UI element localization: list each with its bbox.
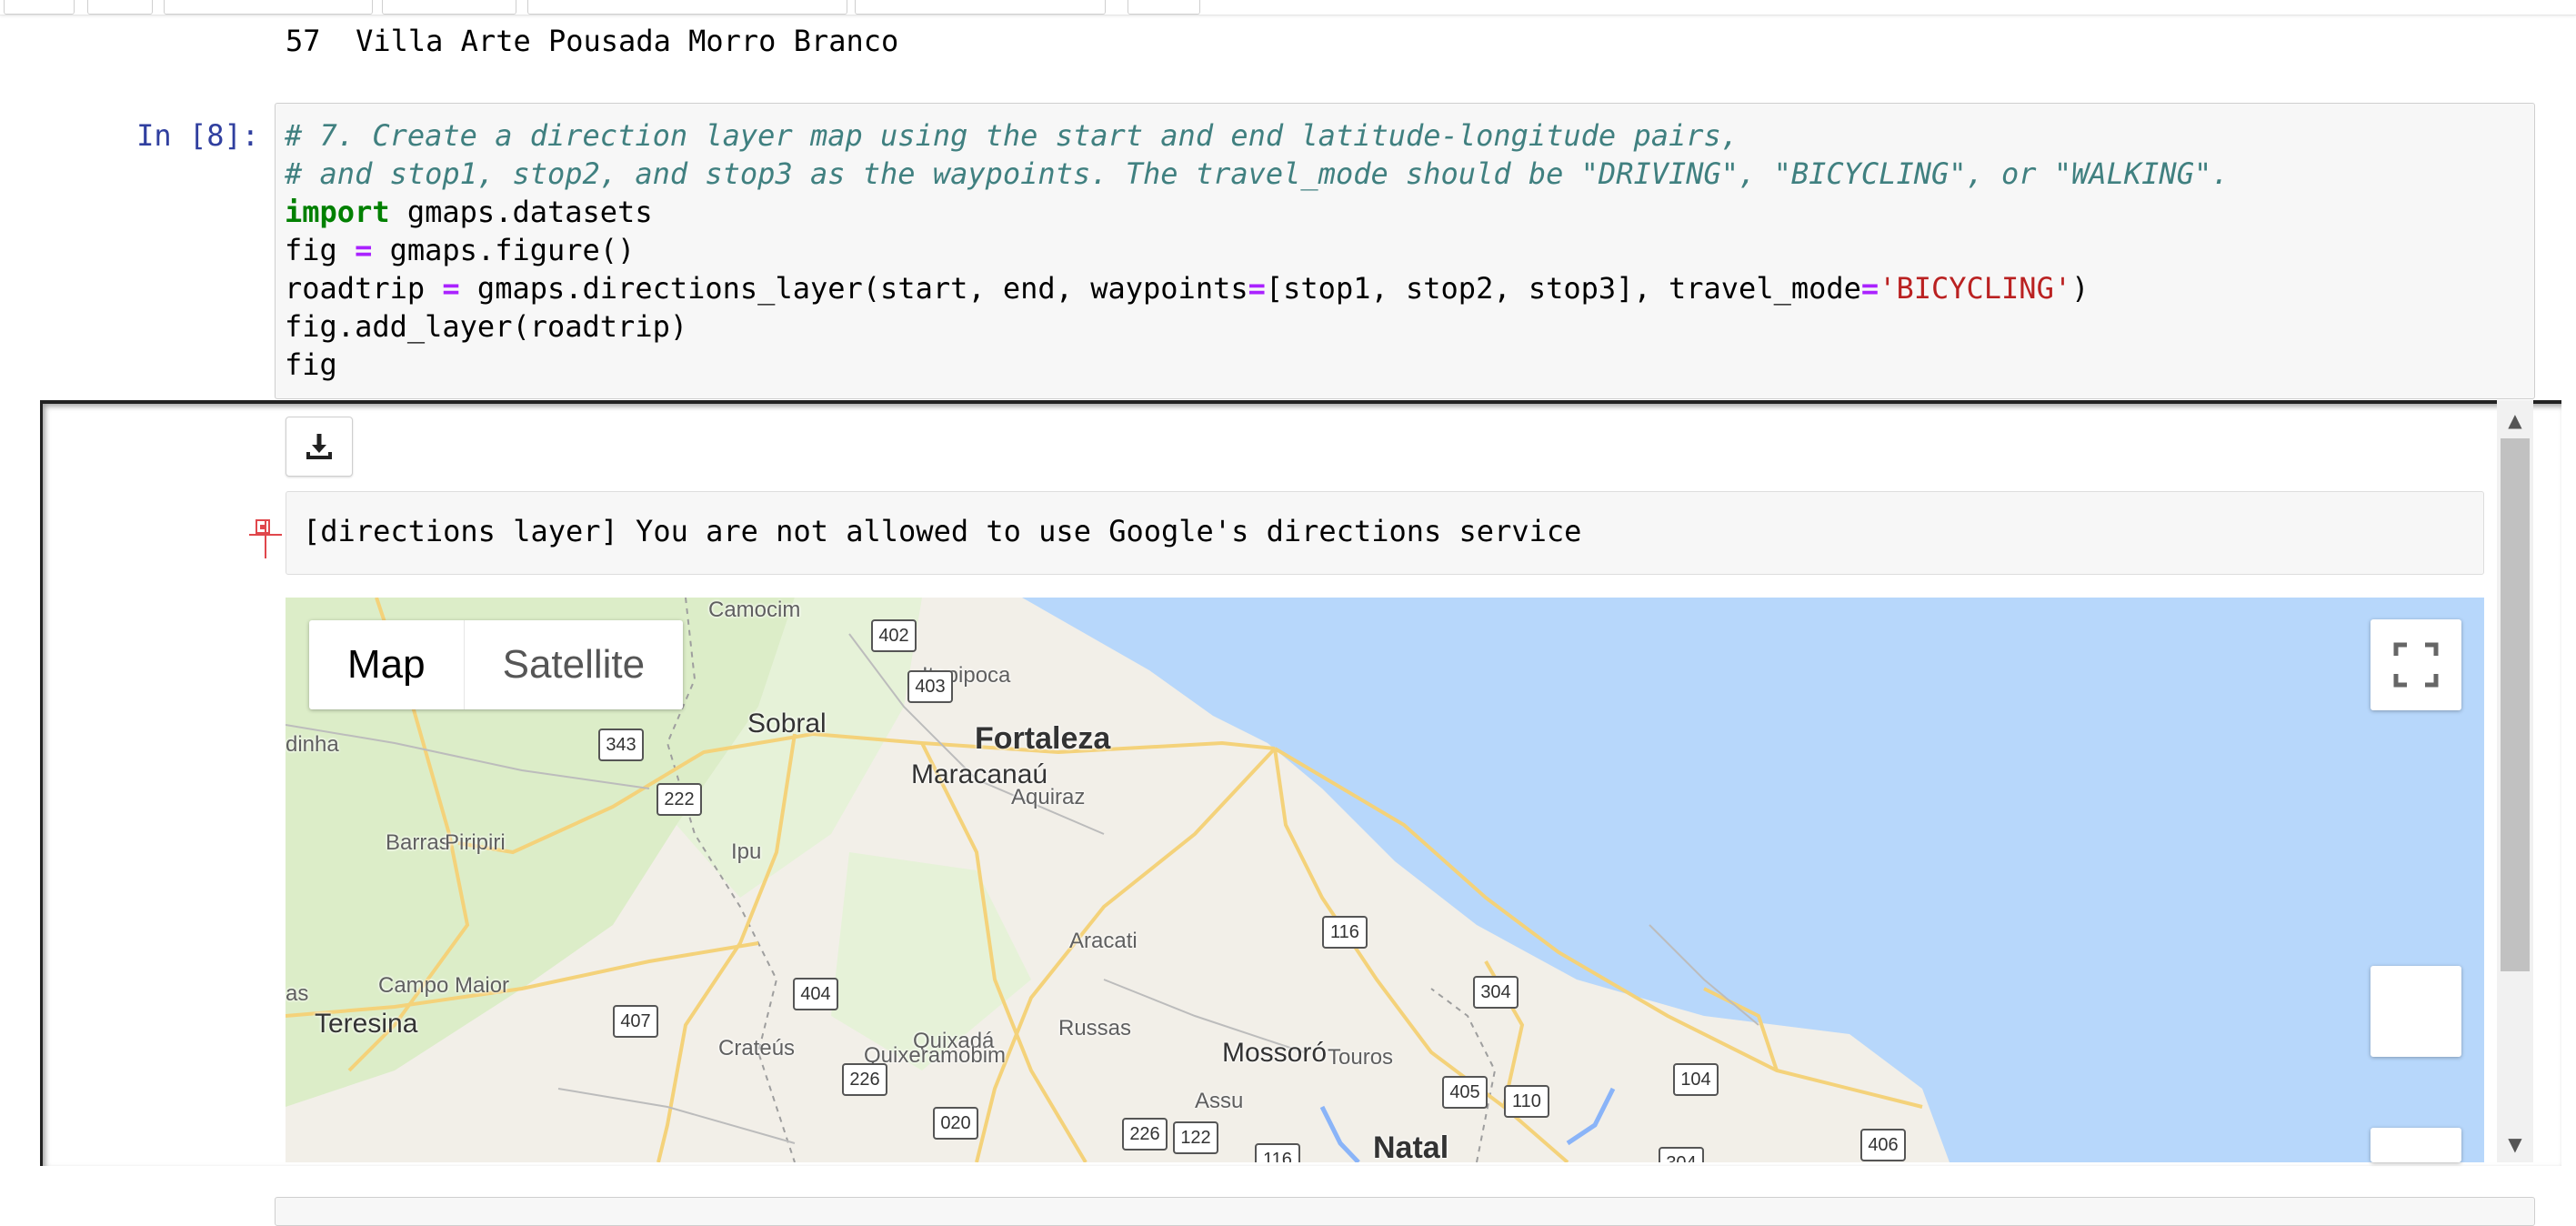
fullscreen-icon: [2393, 642, 2439, 688]
code-line: # 7. Create a direction layer map using …: [285, 116, 2229, 155]
highway-shield: 402: [871, 619, 917, 652]
code-line: import gmaps.datasets: [285, 193, 2229, 231]
highway-shield: 407: [613, 1005, 658, 1038]
city-label: Fortaleza: [975, 721, 1111, 756]
highway-shield: 116: [1322, 916, 1368, 949]
city-label: Crateús: [718, 1036, 796, 1060]
map-type-control: Map Satellite: [309, 620, 684, 709]
highway-shield: 116: [1255, 1143, 1300, 1162]
city-label: Touros: [1328, 1045, 1394, 1070]
map-type-map-button[interactable]: Map: [309, 620, 465, 709]
scroll-up-arrow-icon[interactable]: ▲: [2497, 404, 2533, 437]
toolbar-button[interactable]: [87, 0, 153, 15]
map-type-satellite-button[interactable]: Satellite: [465, 620, 684, 709]
code-input-area[interactable]: # 7. Create a direction layer map using …: [275, 103, 2535, 399]
code-token: ): [2071, 271, 2090, 306]
toolbar-button[interactable]: [1128, 0, 1200, 15]
code-token: # 7. Create a direction layer map using …: [285, 118, 1739, 153]
toolbar-button[interactable]: [164, 0, 373, 15]
error-message: [directions layer] You are not allowed t…: [303, 514, 1582, 548]
ocean: [1022, 598, 2484, 1162]
highway-shield: 304: [1659, 1147, 1704, 1162]
error-icon: [249, 515, 282, 558]
code-token: # and stop1, stop2, and stop3 as the way…: [285, 156, 2230, 191]
city-label: dinha: [286, 732, 339, 757]
code-token: gmaps.directions_layer(start, end, waypo…: [459, 271, 1248, 306]
river: [1566, 1087, 1616, 1146]
code-line: # and stop1, stop2, and stop3 as the way…: [285, 155, 2229, 193]
previous-output-line: 57 Villa Arte Pousada Morro Branco: [286, 24, 898, 58]
city-label: Barras: [386, 830, 450, 855]
highway-shield: 222: [657, 783, 702, 816]
next-cell-input[interactable]: [275, 1197, 2535, 1226]
highway-shield: 020: [933, 1107, 978, 1140]
river: [1319, 1105, 1360, 1162]
city-label: Campo Maior: [378, 973, 510, 998]
highway-shield: 404: [793, 978, 838, 1010]
download-icon: [306, 434, 332, 459]
toolbar-button[interactable]: [527, 0, 847, 15]
output-hotel-name: Villa Arte Pousada Morro Branco: [356, 24, 899, 58]
city-label: Camocim: [708, 598, 801, 622]
code-editor[interactable]: # 7. Create a direction layer map using …: [285, 116, 2229, 384]
code-token: =: [1248, 271, 1266, 306]
code-line: fig = gmaps.figure(): [285, 231, 2229, 269]
highway-shield: 104: [1673, 1063, 1719, 1096]
scroll-down-arrow-icon[interactable]: ▼: [2497, 1128, 2533, 1161]
city-label: Mossoró: [1222, 1038, 1328, 1068]
city-label: Russas: [1058, 1016, 1132, 1040]
code-token: fig: [285, 233, 356, 267]
highway-shield: 343: [598, 729, 644, 761]
city-label: Natal: [1373, 1131, 1449, 1162]
city-label: Aracati: [1069, 929, 1138, 953]
download-button[interactable]: [286, 417, 353, 477]
output-index: 57: [286, 24, 321, 58]
highway-shield: 406: [1860, 1129, 1906, 1161]
highway-shield: 304: [1473, 976, 1519, 1009]
highway-shield: 226: [842, 1063, 887, 1096]
code-line: fig.add_layer(roadtrip): [285, 307, 2229, 346]
toolbar-button[interactable]: [4, 0, 75, 15]
code-token: fig: [285, 347, 337, 382]
zoom-control[interactable]: [2371, 1128, 2461, 1162]
highway-shield: 403: [907, 670, 953, 703]
code-token: =: [442, 271, 460, 306]
toolbar-button[interactable]: [382, 0, 516, 15]
code-token: =: [1860, 271, 1879, 306]
cell-prompt: In [8]:: [136, 118, 259, 153]
city-label: Sobral: [747, 708, 827, 739]
highway-shield: 405: [1442, 1076, 1488, 1109]
code-line: roadtrip = gmaps.directions_layer(start,…: [285, 269, 2229, 307]
city-label: Teresina: [315, 1009, 418, 1039]
cell-type-select[interactable]: [855, 0, 1106, 15]
code-token: gmaps.figure(): [372, 233, 636, 267]
city-label: Aquiraz: [1011, 785, 1086, 809]
city-label: as: [286, 981, 309, 1006]
code-line: fig: [285, 346, 2229, 384]
code-token: 'BICYCLING': [1879, 271, 2072, 306]
code-token: [stop1, stop2, stop3], travel_mode: [1265, 271, 1861, 306]
pegman-control[interactable]: [2371, 966, 2461, 1057]
notebook-toolbar: [0, 0, 2576, 15]
error-message-box: [directions layer] You are not allowed t…: [286, 491, 2484, 575]
highway-shield: 110: [1504, 1085, 1549, 1118]
code-token: gmaps.datasets: [389, 195, 653, 229]
city-label: Piripiri: [445, 830, 506, 855]
highway-shield: 122: [1173, 1121, 1218, 1154]
code-token: roadtrip: [285, 271, 443, 306]
code-token: =: [355, 233, 373, 267]
code-token: import: [285, 195, 390, 229]
city-label: Ipu: [731, 839, 762, 864]
highway-shield: 226: [1122, 1118, 1168, 1151]
city-label: Assu: [1195, 1089, 1244, 1113]
fullscreen-button[interactable]: [2371, 619, 2461, 710]
scrollbar-thumb[interactable]: [2501, 438, 2530, 971]
code-token: fig.add_layer(roadtrip): [285, 309, 688, 344]
